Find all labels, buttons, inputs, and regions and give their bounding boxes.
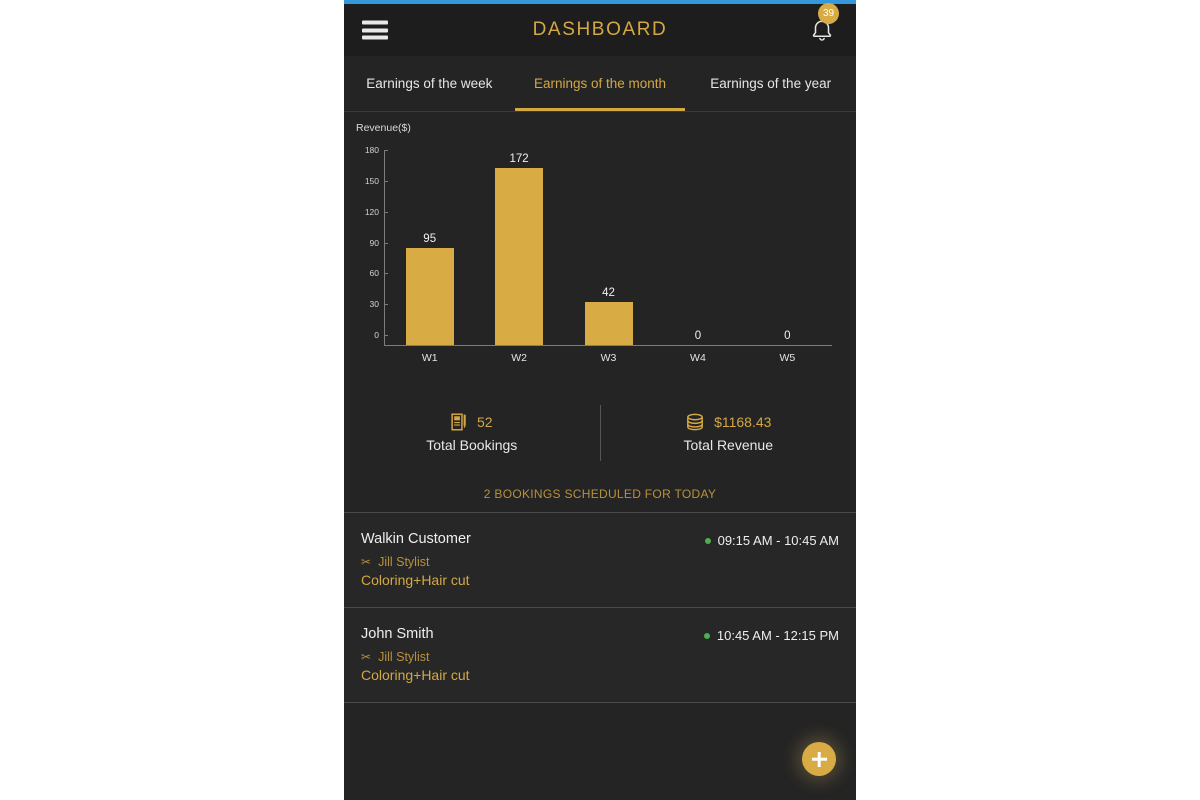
notebook-pen-icon (451, 413, 466, 431)
chart-bar-column: 42 W3 (564, 150, 653, 364)
chart-x-tick: W2 (511, 352, 527, 364)
booking-list-item[interactable]: John Smith ✂ Jill Stylist Coloring+Hair cut… (344, 608, 856, 703)
chart-bar-value: 95 (423, 232, 437, 245)
chart-bar-value: 172 (509, 153, 529, 166)
booking-service: Coloring+Hair cut (361, 572, 470, 588)
chart-plot: 95 W1 172 W2 42 W3 0 W4 0 W5 0 30 60 90 120 150 180 (365, 145, 832, 364)
booking-status-dot (703, 632, 710, 639)
chart-bar-column: 95 W1 (385, 150, 474, 364)
booking-stylist-name: Jill Stylist (378, 650, 430, 664)
tab-earnings-week[interactable]: Earnings of the week (344, 56, 515, 111)
hamburger-menu-icon[interactable] (362, 20, 388, 40)
total-bookings-stat: 52 Total Bookings (344, 413, 600, 453)
hamburger-bar (362, 28, 388, 32)
booking-time: 10:45 AM - 12:15 PM (716, 628, 839, 643)
chart-bar-column: 0 W5 (743, 150, 832, 364)
chart-x-tick: W3 (600, 352, 617, 364)
booking-time-row: 09:15 AM - 10:45 AM (704, 533, 839, 548)
chart-bar[interactable] (405, 247, 454, 345)
chart-x-tick: W1 (421, 352, 438, 364)
chart-y-tick: 30 (370, 299, 389, 309)
notifications-button[interactable]: 39 (805, 3, 839, 50)
mobile-app-viewport: DASHBOARD 39 Earnings of the week Earnin… (344, 0, 856, 800)
chart-y-tick: 150 (365, 176, 389, 186)
total-revenue-value-row: $1168.43 (601, 413, 857, 431)
revenue-chart-card: Revenue($) 95 W1 172 W2 42 W3 0 W4 0 W5 0 30 60 90 12… (344, 112, 856, 390)
chart-bars: 95 W1 172 W2 42 W3 0 W4 0 W5 (385, 150, 832, 364)
chart-y-tick: 180 (365, 145, 389, 155)
bookings-list: Walkin Customer ✂ Jill Stylist Coloring+Hai… (344, 513, 856, 703)
coins-stack-icon (687, 413, 703, 431)
total-revenue-stat: $1168.43 Total Revenue (601, 413, 857, 453)
booking-time-row: 10:45 AM - 12:15 PM (703, 628, 839, 643)
chart-bar-column: 0 W4 (653, 150, 742, 364)
hamburger-bar (362, 20, 388, 25)
scissors-icon: ✂ (361, 650, 372, 664)
chart-y-tick: 90 (370, 238, 389, 248)
booking-time: 09:15 AM - 10:45 AM (717, 533, 839, 548)
chart-x-tick: W4 (690, 352, 706, 364)
total-bookings-value-row: 52 (344, 413, 600, 431)
empty-area (344, 703, 856, 800)
add-booking-fab[interactable] (802, 742, 836, 776)
chart-axis-label: Revenue($) (356, 122, 411, 134)
scissors-icon: ✂ (361, 555, 372, 569)
total-revenue-value: $1168.43 (714, 414, 772, 430)
chart-y-tick: 120 (365, 207, 389, 217)
chart-bar-column: 172 W2 (474, 150, 563, 364)
tab-earnings-year[interactable]: Earnings of the year (685, 56, 856, 111)
booking-stylist-row: ✂ Jill Stylist (361, 650, 838, 664)
screen: DASHBOARD 39 Earnings of the week Earnin… (0, 0, 1200, 800)
notification-badge: 39 (818, 3, 839, 24)
chart-x-tick: W5 (779, 352, 796, 364)
plus-icon (812, 752, 827, 767)
total-bookings-value: 52 (476, 414, 493, 430)
chart-area: 95 W1 172 W2 42 W3 0 W4 0 W5 0 30 60 90 120 150 180 (354, 138, 846, 374)
page-title: DASHBOARD (532, 19, 668, 40)
chart-bar-value: 0 (784, 330, 791, 342)
booking-status-dot (704, 537, 711, 544)
earnings-tabs: Earnings of the week Earnings of the mon… (344, 56, 856, 112)
total-revenue-label: Total Revenue (683, 437, 773, 453)
today-bookings-note: 2 BOOKINGS SCHEDULED FOR TODAY (344, 476, 856, 513)
booking-service: Coloring+Hair cut (361, 667, 470, 683)
hamburger-bar (362, 35, 388, 40)
booking-list-item[interactable]: Walkin Customer ✂ Jill Stylist Coloring+Hai… (344, 513, 856, 608)
chart-bar[interactable] (495, 168, 544, 345)
total-bookings-label: Total Bookings (426, 437, 518, 453)
booking-stylist-row: ✂ Jill Stylist (361, 555, 838, 569)
chart-y-tick: 60 (370, 268, 389, 278)
app-bar: DASHBOARD 39 (344, 3, 856, 56)
chart-y-tick: 0 (374, 330, 388, 340)
tab-earnings-month[interactable]: Earnings of the month (514, 56, 686, 111)
chart-bar-value: 42 (602, 286, 615, 299)
summary-row: 52 Total Bookings $1168.43 Total Revenue (344, 390, 856, 476)
booking-stylist-name: Jill Stylist (378, 555, 430, 569)
chart-bar[interactable] (584, 301, 633, 345)
chart-bar-value: 0 (694, 330, 702, 342)
